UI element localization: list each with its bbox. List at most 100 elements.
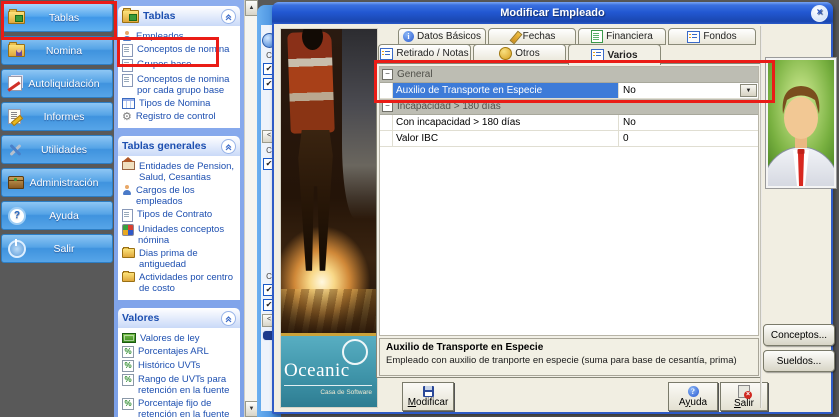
coin-icon	[499, 47, 512, 60]
employee-avatar	[766, 58, 836, 188]
brand-tagline: Casa de Software	[320, 389, 372, 396]
nav-section-tablas-generales: Tablas generales Entidades de Pension, S…	[118, 136, 240, 300]
folder-icon	[122, 10, 139, 23]
nav-item-dias-prima[interactable]: Dias prima de antiguedad	[122, 247, 238, 271]
sidebar-item-nomina[interactable]: Nomina	[1, 36, 113, 65]
help-icon: ?	[688, 386, 699, 397]
nav-item-entidades[interactable]: Entidades de Pension, Salud, Cesantias	[122, 160, 238, 184]
folder-icon	[122, 248, 135, 258]
document-icon	[122, 74, 133, 87]
tab-fondos[interactable]: Fondos	[668, 28, 756, 45]
sueldos-button[interactable]: Sueldos...	[763, 350, 835, 372]
varios-tab-panel: − General Auxilio de Transporte en Espec…	[376, 63, 762, 378]
nav-item-porcentajes-arl[interactable]: %Porcentajes ARL	[122, 345, 238, 359]
nav-item-actividades[interactable]: Actividades por centro de costo	[122, 271, 238, 295]
grid-row-valor-ibc[interactable]: Valor IBC 0	[380, 131, 758, 147]
document-icon	[122, 44, 133, 57]
modificar-button[interactable]: Modificar	[402, 382, 454, 411]
nav-item-tipos-nomina[interactable]: Tipos de Nomina	[122, 97, 238, 110]
close-icon[interactable]: ×	[811, 5, 828, 22]
tab-fechas[interactable]: Fechas	[488, 28, 576, 45]
nav-item-tipos-contrato[interactable]: Tipos de Contrato	[122, 208, 238, 223]
nav-section-header-tablas[interactable]: Tablas	[118, 6, 240, 26]
person-icon	[122, 31, 132, 41]
screen: Tablas Nomina Autoliquidación Informes U…	[0, 0, 839, 417]
nav-section-header-generales[interactable]: Tablas generales	[118, 136, 240, 156]
nav-section-body: Entidades de Pension, Salud, Cesantias C…	[118, 156, 240, 300]
dialog-titlebar[interactable]: Modificar Empleado ×	[272, 2, 833, 24]
tab-otros[interactable]: Otros	[473, 44, 566, 63]
sidebar-item-autoliquidacion[interactable]: Autoliquidación	[1, 69, 113, 98]
property-description-box: Auxilio de Transporte en Especie Emplead…	[379, 338, 759, 376]
dropdown-button[interactable]: ▼	[740, 84, 757, 97]
nav-item-valores-ley[interactable]: Valores de ley	[122, 332, 238, 345]
nav-item-historico-uvts[interactable]: %Histórico UVTs	[122, 359, 238, 373]
brand-name: Oceanic	[284, 360, 350, 382]
document-icon	[122, 59, 133, 72]
tab-retirado-notas[interactable]: Retirado / Notas	[378, 44, 471, 63]
sidebar-item-utilidades[interactable]: Utilidades	[1, 135, 113, 164]
tab-datos-basicos[interactable]: i Datos Básicos	[398, 28, 486, 45]
collapse-box-icon[interactable]: −	[382, 101, 393, 112]
sidebar-item-salir[interactable]: Salir	[1, 234, 113, 263]
tab-financiera[interactable]: Financiera	[578, 28, 666, 45]
nav-scrollbar[interactable]: ▲ ▼	[244, 0, 258, 417]
grid-group-general[interactable]: − General	[380, 67, 758, 83]
collapse-box-icon[interactable]: −	[382, 69, 393, 80]
grid-row-auxilio-transporte[interactable]: Auxilio de Transporte en Especie No ▼	[380, 83, 758, 99]
nav-item-grupos-base[interactable]: Grupos base	[122, 58, 238, 73]
chevron-up-icon[interactable]	[221, 139, 236, 154]
money-icon	[122, 333, 136, 343]
description-title: Auxilio de Transporte en Especie	[386, 342, 752, 353]
incapacidad-value-cell[interactable]: No	[619, 115, 758, 130]
nav-item-rango-uvts[interactable]: %Rango de UVTs para retención en la fuen…	[122, 373, 238, 397]
info-icon: i	[403, 31, 414, 42]
nav-section-header-valores[interactable]: Valores	[118, 308, 240, 328]
panel-divider	[760, 26, 762, 408]
conceptos-button[interactable]: Conceptos...	[763, 324, 835, 346]
nav-item-porcentaje-fijo[interactable]: %Porcentaje fijo de retención en la fuen…	[122, 397, 238, 417]
sidebar-item-informes[interactable]: Informes	[1, 102, 113, 131]
nav-item-registro-control[interactable]: ⚙Registro de control	[122, 110, 238, 123]
description-text: Empleado con auxilio de tranporte en esp…	[386, 355, 752, 366]
sidebar-item-tablas[interactable]: Tablas	[1, 3, 113, 32]
nav-item-conceptos-nomina[interactable]: Conceptos de nomina	[122, 43, 238, 58]
nav-section-body: Valores de ley %Porcentajes ARL %Históri…	[118, 328, 240, 417]
home-icon	[122, 161, 135, 170]
list-icon	[687, 31, 700, 43]
chevron-up-icon[interactable]	[221, 311, 236, 326]
nav-item-empleados[interactable]: Empleados	[122, 30, 238, 43]
folder-icon	[122, 272, 135, 282]
valor-ibc-value-cell[interactable]: 0	[619, 131, 758, 146]
gear-icon: ⚙	[122, 111, 132, 122]
welder-photo: Oceanic Casa de Software	[280, 28, 378, 408]
table-icon	[122, 98, 135, 109]
chevron-up-icon[interactable]	[221, 9, 236, 24]
property-grid: − General Auxilio de Transporte en Espec…	[379, 66, 759, 336]
nav-section-tablas: Tablas Empleados Conceptos de nomina Gru…	[118, 6, 240, 128]
document-icon	[122, 209, 133, 222]
modificar-empleado-dialog: Modificar Empleado × Oceanic Casa de Sof…	[272, 2, 833, 414]
nav-item-conceptos-grupo[interactable]: Conceptos de nomina por cada grupo base	[122, 73, 238, 97]
nav-item-cargos[interactable]: Cargos de los empleados	[122, 184, 238, 208]
floppy-icon	[423, 386, 434, 397]
list-icon	[380, 48, 393, 60]
sidebar-item-administracion[interactable]: Administración	[1, 168, 113, 197]
employee-tab-control: i Datos Básicos Fechas Financiera Fondos…	[376, 26, 764, 380]
grid-row-con-incapacidad[interactable]: Con incapacidad > 180 días No	[380, 115, 758, 131]
report-icon	[8, 109, 21, 124]
tab-varios[interactable]: Varios	[568, 44, 661, 65]
nav-item-unidades[interactable]: Unidades conceptos nómina	[122, 223, 238, 247]
nav-pane: Tablas Empleados Conceptos de nomina Gru…	[114, 0, 244, 417]
pencil-icon	[509, 31, 520, 42]
chart-icon	[122, 224, 134, 236]
percent-icon: %	[122, 360, 134, 372]
papers-pencil-icon	[8, 76, 22, 91]
percent-icon: %	[122, 374, 134, 386]
help-icon: ?	[8, 207, 26, 225]
grid-group-incapacidad[interactable]: − Incapacidad > 180 días	[380, 99, 758, 115]
ayuda-button[interactable]: ? Ayuda	[668, 382, 718, 411]
percent-icon: %	[122, 398, 134, 410]
auxilio-value-cell[interactable]: No ▼	[619, 83, 758, 98]
sidebar-item-ayuda[interactable]: ? Ayuda	[1, 201, 113, 230]
